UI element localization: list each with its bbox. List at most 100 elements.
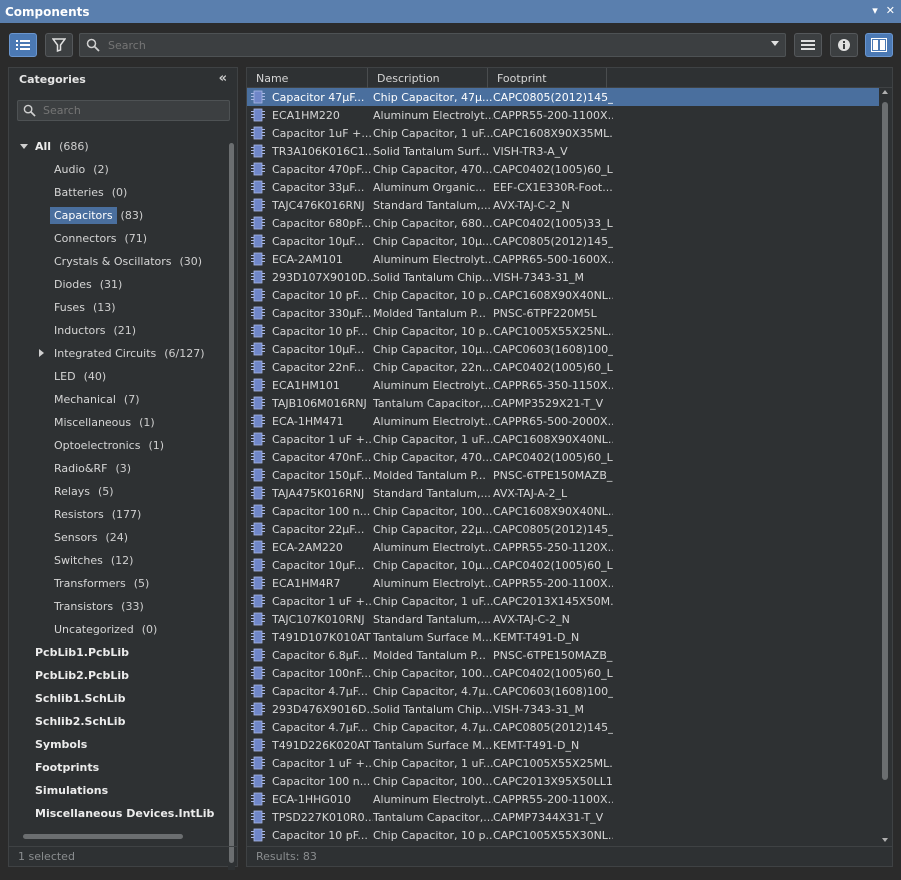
components-vertical-scrollbar[interactable] — [880, 88, 890, 844]
table-row[interactable]: Capacitor 100nF... Chip Capacitor, 100...… — [247, 664, 879, 682]
category-tree-item[interactable]: Uncategorized (0) — [9, 618, 227, 641]
category-tree-item[interactable]: Miscellaneous (1) — [9, 411, 227, 434]
table-row[interactable]: ECA1HM220 Aluminum Electrolyt... CAPPR55-2… — [247, 106, 879, 124]
table-row[interactable]: Capacitor 1 uF +... Chip Capacitor, 1 uF.… — [247, 754, 879, 772]
table-row[interactable]: TR3A106K016C1... Solid Tantalum Surf... VI… — [247, 142, 879, 160]
category-tree-item[interactable]: Symbols — [9, 733, 227, 756]
category-tree-item[interactable]: Radio&RF (3) — [9, 457, 227, 480]
category-tree-item[interactable]: Footprints — [9, 756, 227, 779]
category-tree-item[interactable]: Schlib2.SchLib — [9, 710, 227, 733]
panel-menu-icon[interactable]: ▾ — [872, 4, 878, 17]
category-tree-item[interactable]: PcbLib1.PcbLib — [9, 641, 227, 664]
table-row[interactable]: Capacitor 680pF... Chip Capacitor, 680...… — [247, 214, 879, 232]
scrollbar-thumb[interactable] — [23, 834, 183, 839]
category-tree-item[interactable]: Switches (12) — [9, 549, 227, 572]
table-row[interactable]: Capacitor 47μF... Chip Capacitor, 47μ... C… — [247, 88, 879, 106]
table-row[interactable]: Capacitor 6.8μF... Molded Tantalum P... PN… — [247, 646, 879, 664]
scrollbar-thumb[interactable] — [229, 143, 234, 863]
menu-button[interactable] — [794, 33, 822, 57]
chevron-right-icon[interactable] — [39, 349, 44, 357]
collapse-panel-icon[interactable]: « — [219, 71, 227, 86]
table-row[interactable]: 293D476X9016D... Solid Tantalum Chip... VI… — [247, 700, 879, 718]
category-tree-item[interactable]: Miscellaneous Devices.IntLib — [9, 802, 227, 825]
category-tree-item[interactable]: Diodes (31) — [9, 273, 227, 296]
table-row[interactable]: ECA1HM101 Aluminum Electrolyt... CAPPR65-3… — [247, 376, 879, 394]
table-row[interactable]: ECA-2AM220 Aluminum Electrolyt... CAPPR55-… — [247, 538, 879, 556]
table-row[interactable]: ECA-2AM101 Aluminum Electrolyt... CAPPR65-… — [247, 250, 879, 268]
scrollbar-thumb[interactable] — [882, 102, 888, 780]
layout-toggle-button[interactable] — [865, 33, 893, 57]
table-row[interactable]: Capacitor 470nF... Chip Capacitor, 470...… — [247, 448, 879, 466]
table-row[interactable]: T491D107K010AT Tantalum Surface M... KEMT-… — [247, 628, 879, 646]
table-row[interactable]: Capacitor 150μF... Molded Tantalum P... PN… — [247, 466, 879, 484]
table-row[interactable]: TAJC476K016RNJ Standard Tantalum,... AVX-T… — [247, 196, 879, 214]
list-view-button[interactable] — [9, 33, 37, 57]
table-row[interactable]: TAJC107K010RNJ Standard Tantalum,... AVX-T… — [247, 610, 879, 628]
chevron-down-icon[interactable] — [20, 144, 28, 149]
category-label: Transformers — [54, 577, 126, 590]
scroll-down-icon[interactable] — [882, 838, 888, 842]
categories-horizontal-scrollbar[interactable] — [11, 833, 226, 841]
category-tree-item[interactable]: Optoelectronics (1) — [9, 434, 227, 457]
search-dropdown-icon[interactable] — [771, 41, 779, 46]
table-row[interactable]: ECA1HM4R7 Aluminum Electrolyt... CAPPR55-2… — [247, 574, 879, 592]
table-row[interactable]: Capacitor 470pF... Chip Capacitor, 470...… — [247, 160, 879, 178]
table-row[interactable]: Capacitor 4.7μF... Chip Capacitor, 4.7μ..… — [247, 718, 879, 736]
category-tree-item[interactable]: All (686) — [9, 135, 227, 158]
table-row[interactable]: Capacitor 4.7μF... Chip Capacitor, 4.7μ..… — [247, 682, 879, 700]
table-row[interactable]: Capacitor 22μF... Chip Capacitor, 22μ... C… — [247, 520, 879, 538]
category-tree-item[interactable]: Relays (5) — [9, 480, 227, 503]
table-row[interactable]: Capacitor 33μF... Aluminum Organic... EEF-… — [247, 178, 879, 196]
component-search-box[interactable] — [79, 33, 786, 57]
column-header-footprint[interactable]: Footprint — [488, 68, 607, 88]
table-row[interactable]: Capacitor 22nF... Chip Capacitor, 22n... C… — [247, 358, 879, 376]
column-header-description[interactable]: Description — [368, 68, 488, 88]
table-row[interactable]: Capacitor 100 n... Chip Capacitor, 100...… — [247, 772, 879, 790]
close-icon[interactable]: ✕ — [886, 4, 895, 17]
scroll-up-icon[interactable] — [882, 90, 888, 94]
category-tree-item[interactable]: Integrated Circuits (6/127) — [9, 342, 227, 365]
filter-button[interactable] — [45, 33, 73, 57]
column-header-name[interactable]: Name — [247, 68, 368, 88]
table-row[interactable]: TAJA475K016RNJ Standard Tantalum,... AVX-T… — [247, 484, 879, 502]
category-tree-item[interactable]: Audio (2) — [9, 158, 227, 181]
table-row[interactable]: Capacitor 10μF... Chip Capacitor, 10μ... C… — [247, 556, 879, 574]
category-tree-item[interactable]: Simulations — [9, 779, 227, 802]
category-tree-item[interactable]: Crystals & Oscillators (30) — [9, 250, 227, 273]
table-row[interactable]: Capacitor 100 n... Chip Capacitor, 100...… — [247, 502, 879, 520]
category-tree-item[interactable]: Fuses (13) — [9, 296, 227, 319]
category-tree-item[interactable]: Resistors (177) — [9, 503, 227, 526]
category-tree-item[interactable]: Transformers (5) — [9, 572, 227, 595]
table-row[interactable]: Capacitor 1uF +... Chip Capacitor, 1 uF..… — [247, 124, 879, 142]
info-button[interactable] — [830, 33, 858, 57]
categories-vertical-scrollbar[interactable] — [228, 135, 235, 870]
component-search-input[interactable] — [108, 38, 748, 52]
table-row[interactable]: Capacitor 10μF... Chip Capacitor, 10μ... C… — [247, 232, 879, 250]
table-row[interactable]: Capacitor 1 uF +... Chip Capacitor, 1 uF.… — [247, 430, 879, 448]
table-row[interactable]: ECA-1HHG010 Aluminum Electrolyt... CAPPR55… — [247, 790, 879, 808]
table-row[interactable]: Capacitor 1 uF +... Chip Capacitor, 1 uF.… — [247, 592, 879, 610]
table-row[interactable]: Capacitor 10 pF... Chip Capacitor, 10 p..… — [247, 322, 879, 340]
category-label: Simulations — [35, 784, 109, 797]
category-tree-item[interactable]: Schlib1.SchLib — [9, 687, 227, 710]
category-search-input[interactable] — [43, 104, 223, 117]
category-tree-item[interactable]: Connectors (71) — [9, 227, 227, 250]
category-tree-item[interactable]: LED (40) — [9, 365, 227, 388]
category-tree-item[interactable]: Sensors (24) — [9, 526, 227, 549]
category-tree-item[interactable]: PcbLib2.PcbLib — [9, 664, 227, 687]
table-row[interactable]: Capacitor 10 pF... Chip Capacitor, 10 p..… — [247, 826, 879, 844]
category-tree-item[interactable]: Transistors (33) — [9, 595, 227, 618]
table-row[interactable]: T491D226K020AT Tantalum Surface M... KEMT-… — [247, 736, 879, 754]
category-tree-item[interactable]: Inductors (21) — [9, 319, 227, 342]
category-search-box[interactable] — [17, 100, 230, 121]
table-row[interactable]: ECA-1HM471 Aluminum Electrolyt... CAPPR65-… — [247, 412, 879, 430]
category-tree-item[interactable]: Capacitors (83) — [9, 204, 227, 227]
table-row[interactable]: Capacitor 10μF... Chip Capacitor, 10μ... C… — [247, 340, 879, 358]
table-row[interactable]: Capacitor 330μF... Molded Tantalum P... PN… — [247, 304, 879, 322]
table-row[interactable]: TAJB106M016RNJ Tantalum Capacitor,... CAPM… — [247, 394, 879, 412]
category-tree-item[interactable]: Mechanical (7) — [9, 388, 227, 411]
table-row[interactable]: TPSD227K010R0... Tantalum Capacitor,... CA… — [247, 808, 879, 826]
table-row[interactable]: 293D107X9010D... Solid Tantalum Chip... VI… — [247, 268, 879, 286]
table-row[interactable]: Capacitor 10 pF... Chip Capacitor, 10 p..… — [247, 286, 879, 304]
category-tree-item[interactable]: Batteries (0) — [9, 181, 227, 204]
